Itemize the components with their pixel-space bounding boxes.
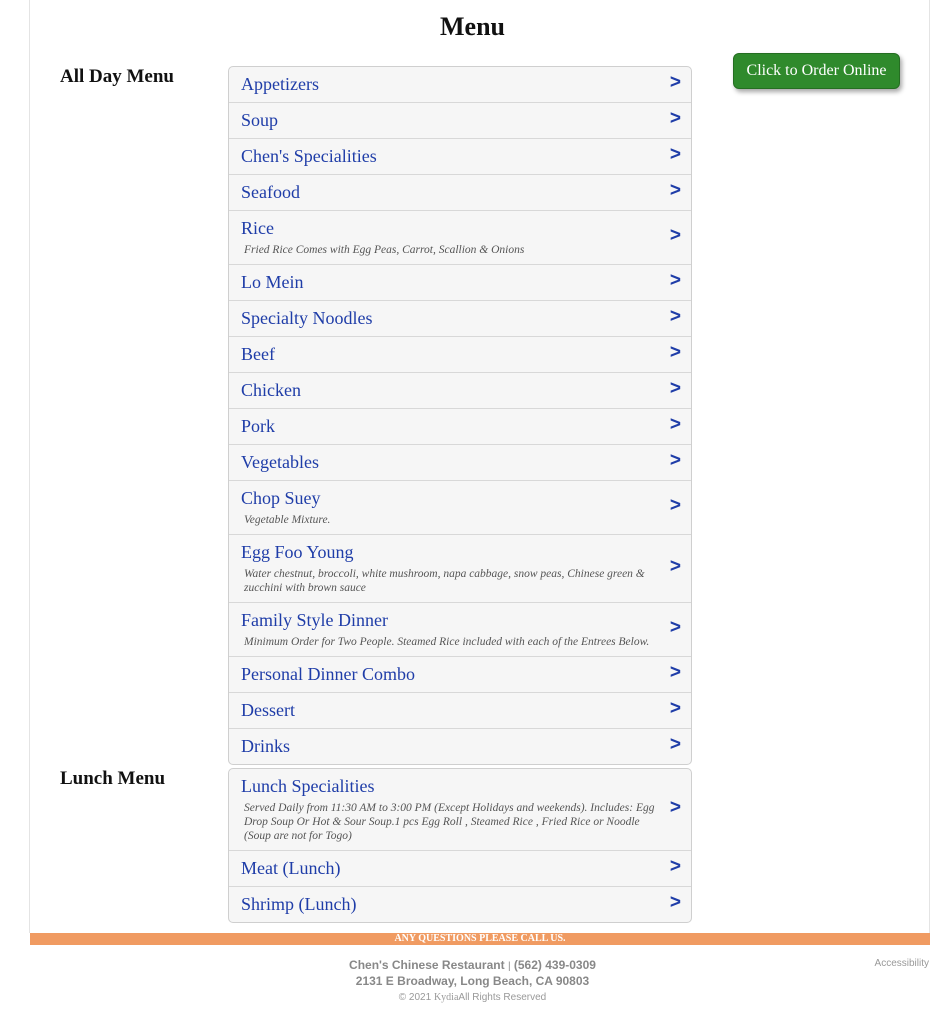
menu-item-label: Dessert <box>241 700 295 720</box>
menu-item-description: Water chestnut, broccoli, white mushroom… <box>244 568 645 594</box>
footer-separator: | <box>507 961 511 972</box>
menu-item-label: Beef <box>241 344 275 364</box>
chevron-right-icon: > <box>669 697 681 719</box>
menu-item-meat-lunch[interactable]: Meat (Lunch) > <box>229 850 691 886</box>
lunch-menu-list: Lunch Specialities Served Daily from 11:3… <box>228 768 692 923</box>
kydia-link[interactable]: Kydia <box>434 992 458 1003</box>
chevron-right-icon: > <box>669 413 681 435</box>
menu-item-label: Lunch Specialities <box>241 776 375 796</box>
menu-item-label: Chicken <box>241 380 301 400</box>
menu-item-rice[interactable]: Rice Fried Rice Comes with Egg Peas, Carr… <box>229 210 691 264</box>
chevron-right-icon: > <box>669 891 681 913</box>
chevron-right-icon: > <box>669 555 681 577</box>
menu-item-seafood[interactable]: Seafood > <box>229 174 691 210</box>
menu-item-label: Pork <box>241 416 276 436</box>
menu-item-beef[interactable]: Beef > <box>229 336 691 372</box>
menu-item-label: Family Style Dinner <box>241 610 388 630</box>
chevron-right-icon: > <box>669 71 681 93</box>
menu-item-label: Egg Foo Young <box>241 542 354 562</box>
menu-item-description: Minimum Order for Two People. Steamed Ri… <box>244 636 650 648</box>
menu-item-family-style-dinner[interactable]: Family Style Dinner Minimum Order for Two… <box>229 602 691 656</box>
menu-item-label: Personal Dinner Combo <box>241 664 415 684</box>
page-title: Menu <box>440 12 505 41</box>
chevron-right-icon: > <box>669 449 681 471</box>
chevron-right-icon: > <box>669 179 681 201</box>
order-online-button[interactable]: Click to Order Online <box>733 53 900 89</box>
menu-item-chicken[interactable]: Chicken > <box>229 372 691 408</box>
rights-reserved: All Rights Reserved <box>458 992 547 1003</box>
menu-item-description: Vegetable Mixture. <box>244 514 331 526</box>
phone-link[interactable]: (562) 439-0309 <box>514 958 596 972</box>
chevron-right-icon: > <box>669 733 681 755</box>
menu-item-label: Chop Suey <box>241 488 321 508</box>
all-day-menu-list: Appetizers > Soup > Chen's Specialities > Seaf… <box>228 66 692 765</box>
menu-item-appetizers[interactable]: Appetizers > <box>229 67 691 102</box>
accessibility-link[interactable]: Accessibility <box>875 958 929 969</box>
menu-item-lunch-specialities[interactable]: Lunch Specialities Served Daily from 11:3… <box>229 769 691 850</box>
menu-item-label: Vegetables <box>241 452 319 472</box>
menu-item-lo-mein[interactable]: Lo Mein > <box>229 264 691 300</box>
footer: Chen's Chinese Restaurant | (562) 439-03… <box>0 958 945 1005</box>
chevron-right-icon: > <box>669 341 681 363</box>
menu-item-label: Meat (Lunch) <box>241 858 341 878</box>
menu-item-label: Shrimp (Lunch) <box>241 894 357 914</box>
menu-item-label: Specialty Noodles <box>241 308 373 328</box>
menu-item-drinks[interactable]: Drinks > <box>229 728 691 764</box>
chevron-right-icon: > <box>669 616 681 638</box>
menu-item-vegetables[interactable]: Vegetables > <box>229 444 691 480</box>
call-us-banner: ANY QUESTIONS PLEASE CALL US. <box>30 933 930 945</box>
chevron-right-icon: > <box>669 796 681 818</box>
address: 2131 E Broadway, Long Beach, CA 90803 <box>355 974 590 988</box>
menu-item-label: Seafood <box>241 182 300 202</box>
menu-item-dessert[interactable]: Dessert > <box>229 692 691 728</box>
chevron-right-icon: > <box>669 855 681 877</box>
all-day-menu-title: All Day Menu <box>60 66 174 87</box>
menu-item-label: Lo Mein <box>241 272 304 292</box>
copyright: © 2021 <box>398 992 432 1003</box>
chevron-right-icon: > <box>669 224 681 246</box>
chevron-right-icon: > <box>669 269 681 291</box>
menu-item-chen-s-specialities[interactable]: Chen's Specialities > <box>229 138 691 174</box>
menu-item-label: Appetizers <box>241 74 319 94</box>
chevron-right-icon: > <box>669 107 681 129</box>
menu-item-soup[interactable]: Soup > <box>229 102 691 138</box>
menu-item-description: Fried Rice Comes with Egg Peas, Carrot, … <box>244 244 525 256</box>
chevron-right-icon: > <box>669 494 681 516</box>
menu-item-chop-suey[interactable]: Chop Suey Vegetable Mixture. > <box>229 480 691 534</box>
menu-item-shrimp-lunch[interactable]: Shrimp (Lunch) > <box>229 886 691 922</box>
menu-item-pork[interactable]: Pork > <box>229 408 691 444</box>
chevron-right-icon: > <box>669 305 681 327</box>
lunch-menu-title: Lunch Menu <box>60 768 166 789</box>
restaurant-name: Chen's Chinese Restaurant <box>349 958 505 972</box>
chevron-right-icon: > <box>669 377 681 399</box>
chevron-right-icon: > <box>669 143 681 165</box>
menu-item-specialty-noodles[interactable]: Specialty Noodles > <box>229 300 691 336</box>
menu-item-egg-foo-young[interactable]: Egg Foo Young Water chestnut, broccoli, w… <box>229 534 691 602</box>
menu-item-personal-dinner-combo[interactable]: Personal Dinner Combo > <box>229 656 691 692</box>
menu-item-label: Soup <box>241 110 279 130</box>
menu-item-label: Drinks <box>241 736 290 756</box>
menu-item-description: Served Daily from 11:30 AM to 3:00 PM (E… <box>244 802 655 842</box>
chevron-right-icon: > <box>669 661 681 683</box>
menu-item-label: Rice <box>241 218 274 238</box>
menu-item-label: Chen's Specialities <box>241 146 377 166</box>
